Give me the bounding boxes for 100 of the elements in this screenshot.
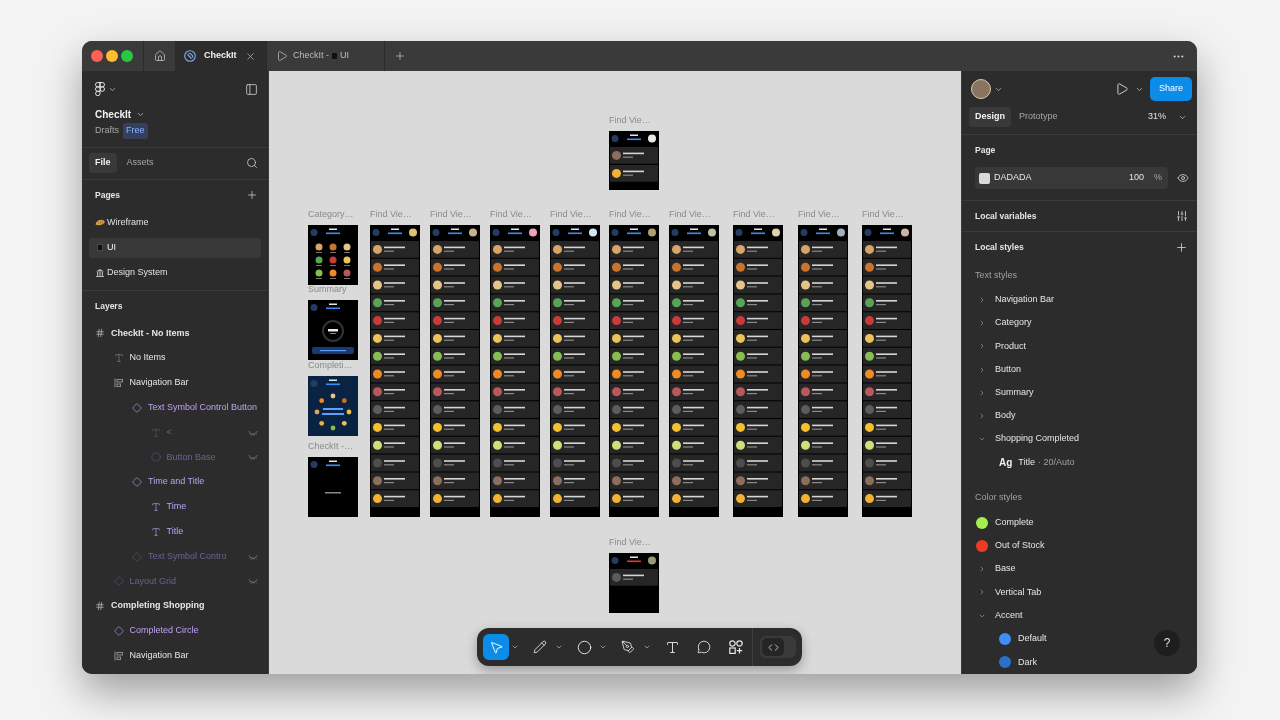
dev-mode-switch[interactable] <box>760 636 796 658</box>
layer-item[interactable]: Text Symbol Control Button <box>82 395 268 421</box>
text-style-group[interactable]: Summary <box>962 381 1040 405</box>
caret-icon[interactable] <box>599 643 607 651</box>
building-icon <box>96 268 104 277</box>
layer-item[interactable]: Navigation Bar <box>82 370 268 396</box>
section-title: Page <box>975 143 996 157</box>
chevron-icon[interactable] <box>978 342 986 351</box>
diamond-icon <box>132 551 142 562</box>
text-layer-icon <box>113 353 124 364</box>
pen-icon <box>621 640 635 654</box>
chevron-icon[interactable] <box>978 411 986 420</box>
text-layer-icon <box>150 501 161 512</box>
text-icon <box>664 639 680 655</box>
window-minimize-button[interactable] <box>106 50 118 62</box>
color-style-item[interactable]: Complete <box>962 510 1040 535</box>
help-button[interactable]: ? <box>1154 630 1180 656</box>
chevron-icon[interactable] <box>978 296 986 304</box>
window-zoom-button[interactable] <box>121 50 133 62</box>
text-layer-icon <box>150 427 161 438</box>
opacity-value: 100 <box>1128 171 1144 185</box>
frame-icon <box>95 328 105 339</box>
panel-tab[interactable]: Design <box>969 107 1011 127</box>
app-screen-drawing <box>609 553 659 613</box>
text-style-group[interactable]: Category <box>962 311 1038 335</box>
caret-icon[interactable] <box>511 643 519 651</box>
comment-icon <box>697 640 711 654</box>
file-icon <box>184 50 196 62</box>
diamond-icon <box>132 402 142 413</box>
window-tab[interactable]: CheckIt <box>175 41 266 71</box>
layer-item[interactable]: CheckIt - No Items <box>82 321 268 346</box>
add-icon[interactable] <box>246 189 258 201</box>
add-icon[interactable] <box>1175 240 1188 254</box>
text-style-group[interactable]: Navigation Bar <box>962 288 1061 312</box>
app-logo-icon[interactable] <box>95 82 105 96</box>
section-title: Layers <box>95 299 123 313</box>
layer-item[interactable]: Completing Shopping <box>82 593 268 619</box>
circle-icon <box>150 452 161 463</box>
circle-icon <box>576 639 592 655</box>
caret-icon[interactable] <box>555 643 563 651</box>
layer-item[interactable]: Time <box>82 494 268 520</box>
page-item[interactable]: UI <box>89 237 261 258</box>
panel-tab[interactable]: Assets <box>120 153 160 173</box>
avatar[interactable] <box>971 79 991 99</box>
color-style-group[interactable]: Vertical Tab <box>962 580 1048 605</box>
app-screen-drawing <box>308 376 358 436</box>
percent-sign: % <box>1154 171 1162 185</box>
page-fill-field[interactable]: DADADA 100 % <box>975 167 1168 189</box>
file-name[interactable]: CheckIt <box>95 106 132 122</box>
app-screen-drawing <box>609 131 659 190</box>
caret-icon[interactable] <box>643 643 651 651</box>
text-style-group[interactable]: Product <box>962 334 1033 358</box>
project-location[interactable]: Drafts <box>95 124 119 138</box>
search-icon[interactable] <box>246 157 258 169</box>
new-tab-icon[interactable] <box>394 50 406 62</box>
subsection-title: Text styles <box>975 268 1017 282</box>
chevron-icon[interactable] <box>978 565 986 574</box>
text-style-group[interactable]: Body <box>962 404 1022 428</box>
chevron-icon[interactable] <box>978 388 986 397</box>
text-layer-icon <box>150 526 161 537</box>
layer-item[interactable]: No Items <box>82 345 268 371</box>
color-style-item[interactable]: Default <box>962 627 1053 651</box>
page-item[interactable]: Wireframe <box>89 212 261 233</box>
layer-item[interactable]: Title <box>82 519 268 545</box>
text-style-group[interactable]: Shopping Completed <box>962 427 1086 451</box>
present-icon[interactable] <box>1115 82 1129 96</box>
panel-tab[interactable]: File <box>89 153 117 173</box>
close-icon[interactable] <box>245 50 256 62</box>
sliders-icon[interactable] <box>1176 210 1188 223</box>
color-style-item[interactable]: Out of Stock <box>962 534 1051 558</box>
shapes-icon <box>729 640 743 654</box>
panel-tab[interactable]: Prototype <box>1013 107 1064 127</box>
sidebar-toggle-icon[interactable] <box>245 82 258 96</box>
diamond-icon <box>113 625 124 636</box>
tool-button[interactable] <box>483 634 509 660</box>
layer-item[interactable]: Completed Circle <box>82 618 268 644</box>
color-style-group[interactable]: Accent <box>962 604 1029 628</box>
eye-icon[interactable] <box>1177 172 1189 184</box>
bread-icon <box>95 219 105 226</box>
layer-item[interactable]: Navigation Bar <box>82 643 268 669</box>
chevron-icon[interactable] <box>978 365 986 374</box>
text-style-group[interactable]: Button <box>962 358 1028 382</box>
section-title: Pages <box>95 188 121 202</box>
share-button[interactable]: Share <box>1150 77 1192 101</box>
hex-value: DADADA <box>994 171 1032 185</box>
chevron-icon[interactable] <box>978 319 986 328</box>
plan-badge: Free <box>123 123 148 139</box>
color-style-item[interactable]: Dark <box>962 650 1043 674</box>
section-title: Local variables <box>975 209 1037 223</box>
app-screen-drawing <box>308 225 358 285</box>
chevron-icon[interactable] <box>978 588 986 597</box>
home-icon <box>153 50 166 62</box>
frame-icon <box>95 601 105 612</box>
zoom-level[interactable]: 31% <box>1148 110 1166 124</box>
color-style-group[interactable]: Base <box>962 557 1022 581</box>
layer-item[interactable]: Time and Title <box>82 469 268 495</box>
subsection-title: Color styles <box>975 491 1022 505</box>
page-item[interactable]: Design System <box>89 262 261 283</box>
text-style-item[interactable]: Ag Title · 20/Auto <box>962 450 1081 474</box>
window-close-button[interactable] <box>91 50 103 62</box>
